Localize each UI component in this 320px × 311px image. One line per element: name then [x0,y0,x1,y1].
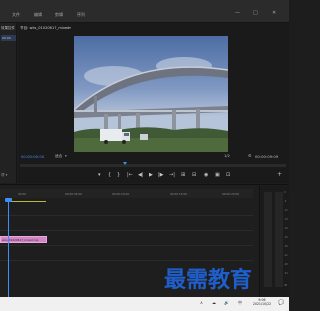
lift-button[interactable]: ⊞ [181,172,185,178]
track-divider [0,245,253,246]
selected-item[interactable]: 00:00 [1,35,16,41]
step-forward-button[interactable]: |▶ [158,172,164,178]
panel-menu-icon[interactable]: ≡ [68,25,71,30]
go-to-out-button[interactable]: →| [169,172,175,178]
add-marker-button[interactable]: ▾ [98,172,101,178]
menu-file[interactable]: 文件 [12,12,20,18]
safe-margins-button[interactable]: ⊡ [226,172,230,178]
monitor-scrub-bar[interactable] [20,164,286,167]
meter-scale-label: -36 [284,245,288,248]
selected-item-label: 00:00 [2,36,11,40]
effect-controls-panel: 效果控件 00:00 项 ▾ [0,23,17,183]
show-hidden-icons-icon[interactable]: ∧ [200,300,203,305]
transport-controls: ▾ { } |← ◀| ▶ |▶ →| ⊞ ⊟ ◉ ▣ ⊡ [94,172,254,180]
meter-scale-label: 0 [284,191,286,194]
ruler-tick: 00:00 [18,192,27,196]
notification-icon[interactable]: 💬 [278,300,284,306]
ruler-tick: 00:00:05:00 [65,192,83,196]
audio-meter: 0 -6 -12 -18 -24 -30 -36 -42 -48 -54 dB [259,186,289,311]
wrench-icon[interactable]: ⚙ [248,153,252,158]
comparison-view-button[interactable]: ▣ [215,172,220,178]
menu-bar: 文件 编辑 剪辑 序列 — □ ✕ [0,0,289,23]
export-frame-button[interactable]: ◉ [204,172,208,178]
current-time-indicator[interactable] [8,199,9,311]
maximize-icon[interactable]: □ [253,10,258,16]
minimize-icon[interactable]: — [235,10,240,16]
volume-icon[interactable]: 🔊 [224,300,229,305]
meter-scale-label: -12 [284,209,288,212]
step-back-button[interactable]: ◀| [138,172,144,178]
taskbar-clock[interactable]: 9:06 2021/10/22 [250,298,274,306]
ruler-tick: 00:00:20:00 [222,192,240,196]
meter-scale-label: -18 [284,218,288,221]
chevron-down-icon[interactable]: ▾ [65,154,67,158]
meter-scale-label: -42 [284,254,288,257]
input-method-icon[interactable]: 中 [238,300,242,306]
clock-date: 2021/10/22 [252,302,272,306]
meter-channel-left [264,192,272,287]
playhead-marker-icon[interactable] [123,162,127,165]
mark-out-button[interactable]: } [117,172,120,178]
sequence-duration: 00:00:09:09 [255,154,279,159]
zoom-level-select[interactable]: 适合 [55,154,62,159]
extract-button[interactable]: ⊟ [192,172,196,178]
windows-taskbar: ∧ ☁ 🔊 中 9:06 2021/10/22 💬 [0,297,289,311]
menu-edit[interactable]: 编辑 [34,12,42,18]
track-divider [0,215,253,216]
effect-controls-tab[interactable]: 效果控件 [1,26,15,31]
ruler-tick: 00:00:15:00 [170,192,188,196]
mark-in-button[interactable]: { [108,172,111,178]
meter-scale-label: -30 [284,236,288,239]
program-monitor-title: 节目: wks_01020617_mixed [20,26,70,30]
panel-footer-label[interactable]: 项 ▾ [1,173,7,178]
meter-scale-label: -6 [284,200,287,203]
meter-scale-label: -24 [284,227,288,230]
premiere-window: 文件 编辑 剪辑 序列 — □ ✕ 效果控件 00:00 项 ▾ 节目: wks… [0,0,289,311]
close-icon[interactable]: ✕ [272,10,276,16]
video-frame-image [74,36,228,152]
program-monitor: 节目: wks_01020617_mixed ≡ 00:00:00:00 适合 … [18,23,289,183]
work-area-bar[interactable] [8,201,46,202]
playback-resolution-select[interactable]: 1/2 [224,154,230,158]
program-monitor-tab[interactable]: 节目: wks_01020617_mixed ≡ [20,25,220,32]
ruler-tick: 00:00:10:00 [112,192,130,196]
time-ruler[interactable]: 00:00 00:00:05:00 00:00:10:00 00:00:15:0… [0,189,253,198]
track-divider [0,260,253,261]
meter-scale-label: -54 [284,272,288,275]
button-editor-button[interactable]: + [277,171,282,178]
video-frame[interactable] [74,36,228,152]
current-timecode[interactable]: 00:00:00:00 [21,154,44,159]
go-to-in-button[interactable]: |← [127,172,133,178]
meter-scale-label: dB [284,284,288,287]
track-divider [0,230,253,231]
meter-channel-right [275,192,283,287]
watermark-text: 最需教育 [164,267,253,293]
meter-scale-label: -48 [284,263,288,266]
menu-sequence[interactable]: 序列 [77,12,85,18]
play-button[interactable]: ▶ [149,172,153,178]
cloud-icon[interactable]: ☁ [212,300,216,305]
menu-clip[interactable]: 剪辑 [55,12,63,18]
